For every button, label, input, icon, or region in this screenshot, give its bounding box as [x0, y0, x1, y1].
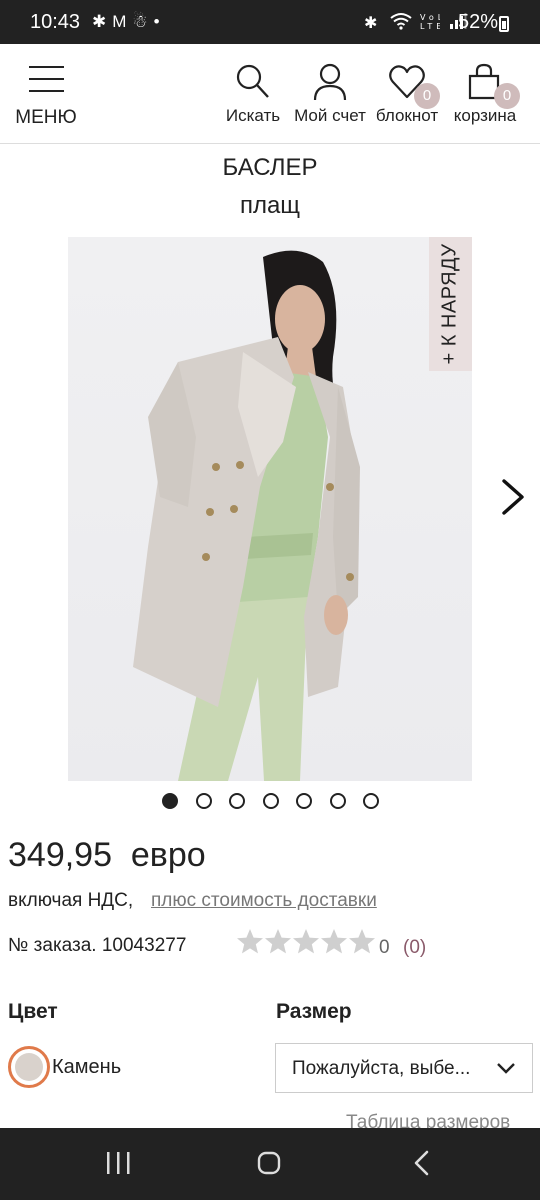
svg-text:LTE1: LTE1	[420, 22, 440, 30]
notification-icons: ✱M☃•	[92, 12, 166, 32]
hamburger-icon	[29, 66, 64, 92]
vat-text: включая НДС,	[8, 890, 134, 911]
menu-label: МЕНЮ	[15, 107, 77, 128]
shipping-cost-link[interactable]: плюс стоимость доставки	[151, 890, 377, 912]
size-select[interactable]: Пожалуйста, выбе...	[275, 1043, 533, 1093]
color-name: Камень	[52, 1056, 122, 1078]
search-icon	[236, 64, 269, 98]
user-icon	[313, 63, 347, 101]
star-icon	[265, 929, 291, 954]
carousel-dot[interactable]	[162, 793, 178, 809]
recent-apps-button[interactable]	[74, 1128, 164, 1200]
recent-apps-icon	[107, 1152, 130, 1174]
battery-percent: 52%	[458, 11, 499, 33]
star-icon	[349, 929, 375, 954]
next-image-chevron-icon[interactable]	[496, 474, 530, 520]
add-to-outfit-tab[interactable]: + К НАРЯДУ	[429, 237, 472, 371]
star-icon	[237, 929, 263, 954]
carousel-dot[interactable]	[195, 793, 212, 809]
color-swatch[interactable]	[8, 1046, 50, 1088]
product-price: 349,95 евро	[8, 836, 206, 874]
star-icon	[293, 929, 319, 954]
brand-name: БАСЛЕР	[222, 154, 318, 181]
notebook-button[interactable]: 0 блокнот	[372, 44, 442, 144]
review-count-link[interactable]: (0)	[403, 937, 426, 959]
page: 10:43 ✱M☃• ✱ VoLTELTE1 52% МЕНЮ Искать	[0, 0, 540, 1200]
back-icon	[414, 1150, 429, 1176]
account-button[interactable]: Мой счет	[290, 44, 370, 144]
cart-label: корзина	[453, 106, 517, 125]
chevron-down-icon	[497, 1063, 515, 1074]
size-heading: Размер	[276, 1000, 352, 1023]
cart-button[interactable]: 0 корзина	[448, 44, 522, 144]
bluetooth-icon: ✱	[364, 15, 382, 32]
image-carousel-dots	[160, 793, 390, 811]
home-icon	[257, 1151, 281, 1175]
status-time: 10:43	[30, 11, 81, 33]
carousel-dot[interactable]	[363, 793, 379, 809]
product-image[interactable]	[68, 237, 472, 781]
color-heading: Цвет	[8, 1000, 58, 1023]
app-icon: ☃	[132, 12, 154, 31]
battery-icon	[499, 16, 509, 32]
star-icon	[321, 929, 347, 954]
notebook-label: блокнот	[375, 106, 439, 125]
bluetooth-icon: ✱	[92, 12, 113, 31]
app-header: МЕНЮ Искать Мой счет 0 блокнот 0 корзина	[0, 44, 540, 144]
carousel-dot[interactable]	[229, 793, 245, 809]
menu-button[interactable]: МЕНЮ	[0, 44, 92, 144]
search-label: Искать	[225, 106, 281, 125]
back-button[interactable]	[376, 1128, 466, 1200]
svg-text:VoLTE: VoLTE	[420, 13, 440, 22]
product-name: плащ	[239, 192, 301, 219]
home-button[interactable]	[224, 1128, 314, 1200]
wifi-icon	[390, 13, 412, 30]
carousel-dot[interactable]	[262, 793, 279, 809]
size-select-value: Пожалуйста, выбе...	[292, 1058, 471, 1079]
order-number: № заказа. 10043277	[8, 935, 187, 956]
carousel-dot[interactable]	[329, 793, 346, 809]
rating-value: 0	[379, 937, 390, 958]
system-nav-bar	[0, 1128, 540, 1200]
model-illustration	[133, 250, 360, 781]
dot-icon: •	[153, 12, 166, 31]
system-icons: ✱ VoLTELTE1	[364, 12, 467, 33]
add-to-outfit-label: + К НАРЯДУ	[438, 243, 461, 365]
carousel-dot[interactable]	[296, 793, 312, 809]
search-button[interactable]: Искать	[220, 44, 286, 144]
status-bar: 10:43 ✱M☃• ✱ VoLTELTE1 52%	[0, 0, 540, 44]
account-label: Мой счет	[294, 106, 366, 125]
gmail-icon: M	[112, 12, 133, 31]
volte-lte-icon: VoLTELTE1	[420, 13, 459, 31]
